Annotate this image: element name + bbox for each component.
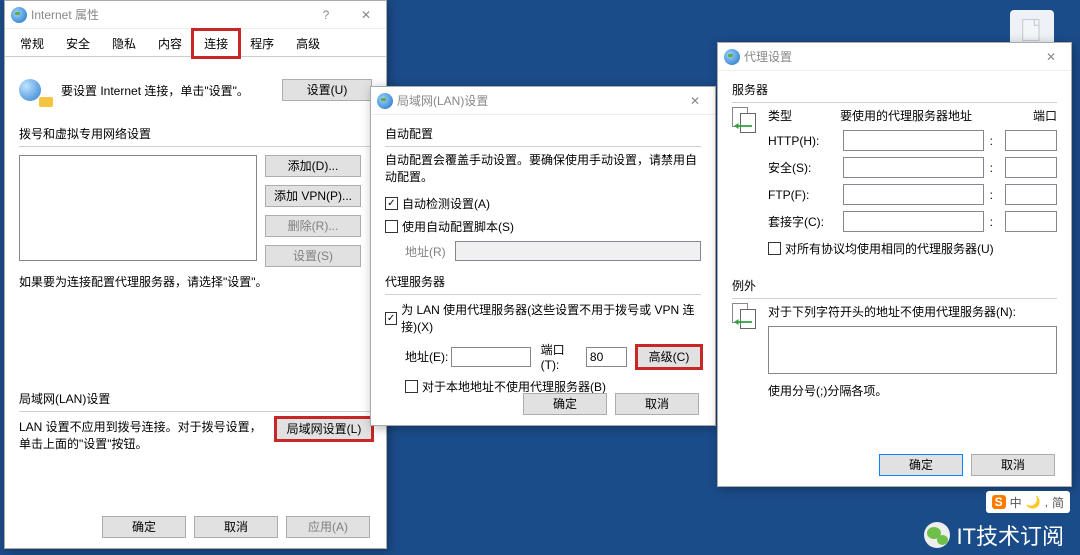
globe-icon [377, 93, 393, 109]
content: 要设置 Internet 连接，单击"设置"。 设置(U) 拨号和虚拟专用网络设… [5, 57, 386, 462]
exceptions-group: 例外 [732, 277, 1057, 294]
proxy-port-label: 端口(T): [541, 341, 580, 372]
auto-script-checkbox[interactable]: 使用自动配置脚本(S) [385, 218, 701, 235]
dialup-listbox[interactable] [19, 155, 257, 261]
add-button[interactable]: 添加(D)... [265, 155, 361, 177]
lan-group-title: 局域网(LAN)设置 [19, 390, 372, 407]
tab-security[interactable]: 安全 [55, 30, 101, 57]
tab-content[interactable]: 内容 [147, 30, 193, 57]
ime-indicator[interactable]: S中 🌙,简 [986, 491, 1070, 513]
ime-mode: 简 [1052, 494, 1064, 511]
proxy-address-input[interactable] [451, 347, 531, 367]
lan-note: LAN 设置不应用到拨号连接。对于拨号设置，单击上面的"设置"按钮。 [19, 418, 268, 452]
ftp-label: FTP(F): [768, 188, 843, 202]
socks-address-input[interactable] [843, 211, 984, 232]
tabstrip: 常规 安全 隐私 内容 连接 程序 高级 [5, 29, 386, 57]
setup-text: 要设置 Internet 连接，单击"设置"。 [61, 82, 282, 99]
tab-advanced[interactable]: 高级 [285, 30, 331, 57]
window-title: Internet 属性 [31, 6, 99, 23]
auto-config-group: 自动配置 [385, 125, 701, 142]
cancel-button[interactable]: 取消 [615, 393, 699, 415]
footer: 确定 取消 应用(A) [102, 516, 370, 538]
socks-label: 套接字(C): [768, 213, 843, 230]
tab-privacy[interactable]: 隐私 [101, 30, 147, 57]
apply-button[interactable]: 应用(A) [286, 516, 370, 538]
network-setup-icon [19, 73, 53, 107]
proxy-settings-window: 代理设置 ✕ 服务器 类型 要使用的代理服务器地址 端口 HTTP(H): : [717, 42, 1072, 487]
socks-port-input[interactable] [1005, 211, 1057, 232]
dial-settings-button[interactable]: 设置(S) [265, 245, 361, 267]
internet-properties-window: Internet 属性 ? ✕ 常规 安全 隐私 内容 连接 程序 高级 要设置… [4, 0, 387, 549]
secure-port-input[interactable] [1005, 157, 1057, 178]
titlebar: Internet 属性 ? ✕ [5, 1, 386, 29]
lan-settings-button[interactable]: 局域网设置(L) [276, 418, 372, 440]
advanced-button[interactable]: 高级(C) [637, 346, 701, 368]
exceptions-hint: 使用分号(;)分隔各项。 [768, 382, 1057, 399]
autoscript-label: 使用自动配置脚本(S) [402, 218, 514, 235]
secure-label: 安全(S): [768, 159, 843, 176]
exceptions-textarea[interactable] [768, 326, 1057, 374]
close-button[interactable]: ✕ [675, 87, 715, 115]
proxy-address-label: 地址(E): [405, 348, 451, 365]
globe-icon [11, 7, 27, 23]
cancel-button[interactable]: 取消 [194, 516, 278, 538]
remove-button[interactable]: 删除(R)... [265, 215, 361, 237]
watermark-text: IT技术订阅 [956, 519, 1064, 551]
proxy-config-note: 如果要为连接配置代理服务器，请选择"设置"。 [19, 273, 372, 290]
add-vpn-button[interactable]: 添加 VPN(P)... [265, 185, 361, 207]
proxy-port-input[interactable]: 80 [586, 347, 627, 367]
wechat-icon [924, 522, 950, 548]
script-address-label: 地址(R) [405, 243, 455, 260]
auto-config-note: 自动配置会覆盖手动设置。要确保使用手动设置，请禁用自动配置。 [385, 151, 701, 185]
exceptions-icon [732, 303, 760, 331]
setup-button[interactable]: 设置(U) [282, 79, 372, 101]
same-proxy-checkbox[interactable]: 对所有协议均使用相同的代理服务器(U) [768, 240, 1057, 257]
watermark: IT技术订阅 [924, 519, 1064, 551]
dialup-group-title: 拨号和虚拟专用网络设置 [19, 125, 372, 142]
servers-group: 服务器 [732, 81, 1057, 98]
ok-button[interactable]: 确定 [523, 393, 607, 415]
http-address-input[interactable] [843, 130, 984, 151]
tab-connections[interactable]: 连接 [193, 30, 239, 57]
useproxy-label: 为 LAN 使用代理服务器(这些设置不用于拨号或 VPN 连接)(X) [401, 301, 701, 335]
col-port: 端口 [1007, 107, 1057, 124]
proxy-servers-icon [732, 107, 760, 135]
use-proxy-checkbox[interactable]: ✓为 LAN 使用代理服务器(这些设置不用于拨号或 VPN 连接)(X) [385, 301, 701, 335]
window-title: 局域网(LAN)设置 [397, 92, 488, 109]
col-addr: 要使用的代理服务器地址 [840, 107, 1007, 124]
http-label: HTTP(H): [768, 134, 843, 148]
autodetect-label: 自动检测设置(A) [402, 195, 490, 212]
window-title: 代理设置 [744, 48, 792, 65]
proxy-group: 代理服务器 [385, 273, 701, 290]
ftp-address-input[interactable] [843, 184, 984, 205]
auto-detect-checkbox[interactable]: ✓自动检测设置(A) [385, 195, 701, 212]
http-port-input[interactable] [1005, 130, 1057, 151]
col-type: 类型 [768, 107, 840, 124]
tab-programs[interactable]: 程序 [239, 30, 285, 57]
close-button[interactable]: ✕ [346, 1, 386, 29]
lan-settings-window: 局域网(LAN)设置 ✕ 自动配置 自动配置会覆盖手动设置。要确保使用手动设置，… [370, 86, 716, 426]
globe-icon [724, 49, 740, 65]
script-address-input [455, 241, 701, 261]
cancel-button[interactable]: 取消 [971, 454, 1055, 476]
close-button[interactable]: ✕ [1031, 43, 1071, 71]
secure-address-input[interactable] [843, 157, 984, 178]
ftp-port-input[interactable] [1005, 184, 1057, 205]
ok-button[interactable]: 确定 [879, 454, 963, 476]
ok-button[interactable]: 确定 [102, 516, 186, 538]
tab-general[interactable]: 常规 [9, 30, 55, 57]
same-proxy-label: 对所有协议均使用相同的代理服务器(U) [785, 240, 994, 257]
help-button[interactable]: ? [306, 1, 346, 29]
exceptions-note: 对于下列字符开头的地址不使用代理服务器(N): [768, 303, 1057, 320]
ime-lang: 中 [1010, 494, 1022, 511]
